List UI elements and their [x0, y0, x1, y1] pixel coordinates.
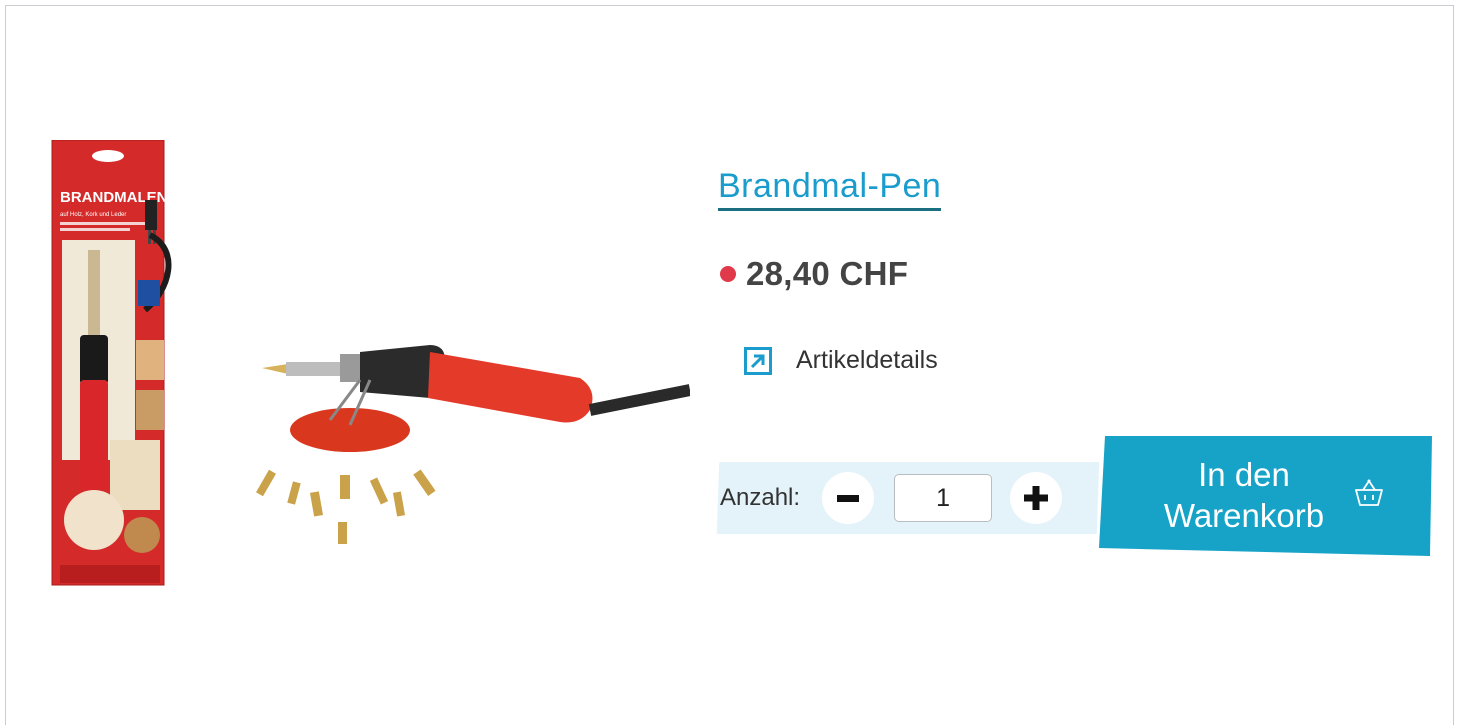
quantity-input[interactable] — [894, 474, 993, 522]
article-details-label: Artikeldetails — [796, 346, 938, 374]
plus-icon — [1024, 486, 1049, 510]
arrow-up-right-icon — [744, 346, 772, 375]
product-title-link[interactable]: Brandmal-Pen — [718, 166, 942, 211]
product-image[interactable]: BRANDMALEN auf Holz, Kork und Leder — [50, 140, 690, 590]
decrease-quantity-button[interactable] — [822, 472, 875, 524]
price-row: 28,40 CHF — [720, 255, 908, 293]
product-price: 28,40 CHF — [746, 255, 909, 292]
increase-quantity-button[interactable] — [1010, 472, 1063, 524]
basket-icon — [1355, 479, 1383, 506]
package-illustration: BRANDMALEN auf Holz, Kork und Leder — [51, 140, 172, 586]
pen-illustration — [256, 345, 690, 544]
article-details-link[interactable]: Artikeldetails — [744, 346, 938, 375]
minus-icon — [837, 495, 860, 502]
package-sub-text: auf Holz, Kork und Leder — [60, 212, 126, 218]
quantity-selector: Anzahl: — [718, 462, 1063, 534]
quantity-label: Anzahl: — [720, 484, 801, 511]
add-to-cart-button[interactable]: In den Warenkorb — [1099, 436, 1432, 556]
availability-dot — [720, 266, 736, 282]
add-to-cart-label: In den Warenkorb — [1163, 456, 1325, 534]
